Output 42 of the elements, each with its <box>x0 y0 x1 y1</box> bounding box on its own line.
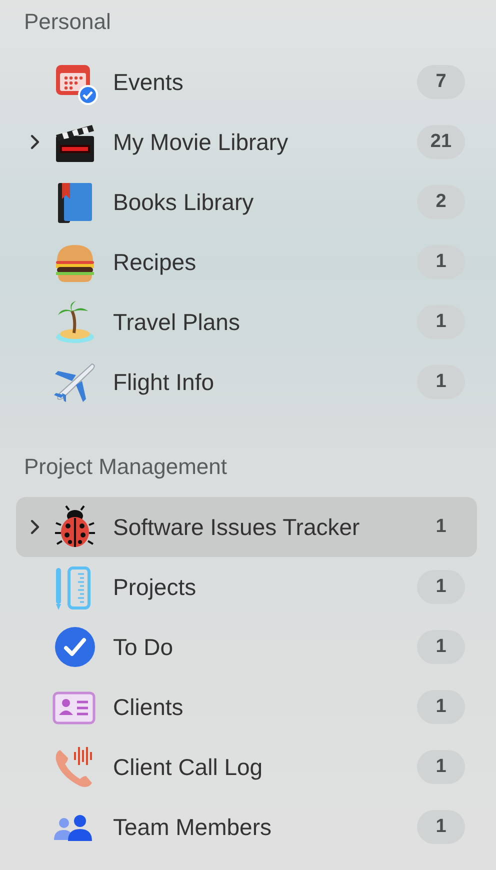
sidebar-item[interactable]: Books Library 2 <box>16 172 477 232</box>
sidebar-item[interactable]: Projects 1 <box>16 557 477 617</box>
sidebar-item[interactable]: My Movie Library 21 <box>16 112 477 172</box>
count-badge: 7 <box>417 65 465 99</box>
checkmark-circle-icon <box>52 624 98 670</box>
sidebar-item[interactable]: Flight Info 1 <box>16 352 477 412</box>
item-label: My Movie Library <box>113 128 290 156</box>
sidebar-item[interactable]: Travel Plans 1 <box>16 292 477 352</box>
chevron-icon[interactable] <box>30 519 40 535</box>
count-badge: 2 <box>417 185 465 219</box>
sidebar-item[interactable]: Recipes 1 <box>16 232 477 292</box>
item-label: Events <box>113 68 184 96</box>
count-badge: 1 <box>417 245 465 279</box>
item-label: Flight Info <box>113 368 215 396</box>
count-badge: 1 <box>417 365 465 399</box>
ladybug-icon <box>52 504 98 550</box>
count-badge: 21 <box>417 125 465 159</box>
item-count: 1 <box>434 515 448 539</box>
sidebar-item[interactable]: Client Call Log 1 <box>16 737 477 797</box>
sidebar-item[interactable]: Events 7 <box>16 52 477 112</box>
sidebar-item[interactable]: Team Members 1 <box>16 797 477 857</box>
item-label: Recipes <box>113 248 198 276</box>
item-label: Travel Plans <box>113 308 241 336</box>
item-label: To Do <box>113 634 174 660</box>
chevron-icon[interactable] <box>30 134 40 150</box>
item-label: Client Call Log <box>113 754 264 780</box>
count-badge: 1 <box>417 570 465 604</box>
item-label: Team Members <box>113 814 272 840</box>
section-header: Personal <box>23 8 111 36</box>
section-header: Project Management <box>23 453 227 481</box>
sidebar-item[interactable]: To Do 1 <box>16 617 477 677</box>
count-badge: 1 <box>417 810 465 844</box>
count-badge: 1 <box>417 630 465 664</box>
count-badge: 1 <box>417 305 465 339</box>
item-label: Books Library <box>113 188 255 216</box>
count-badge: 1 <box>417 690 465 724</box>
count-badge: 1 <box>417 750 465 784</box>
sidebar-item[interactable]: Clients 1 <box>16 677 477 737</box>
sidebar-item[interactable]: Software Issues Tracker 1 <box>16 497 477 557</box>
item-label: Clients <box>113 694 184 720</box>
item-label: Projects <box>113 574 198 600</box>
item-label: Software Issues Tracker <box>113 514 361 540</box>
